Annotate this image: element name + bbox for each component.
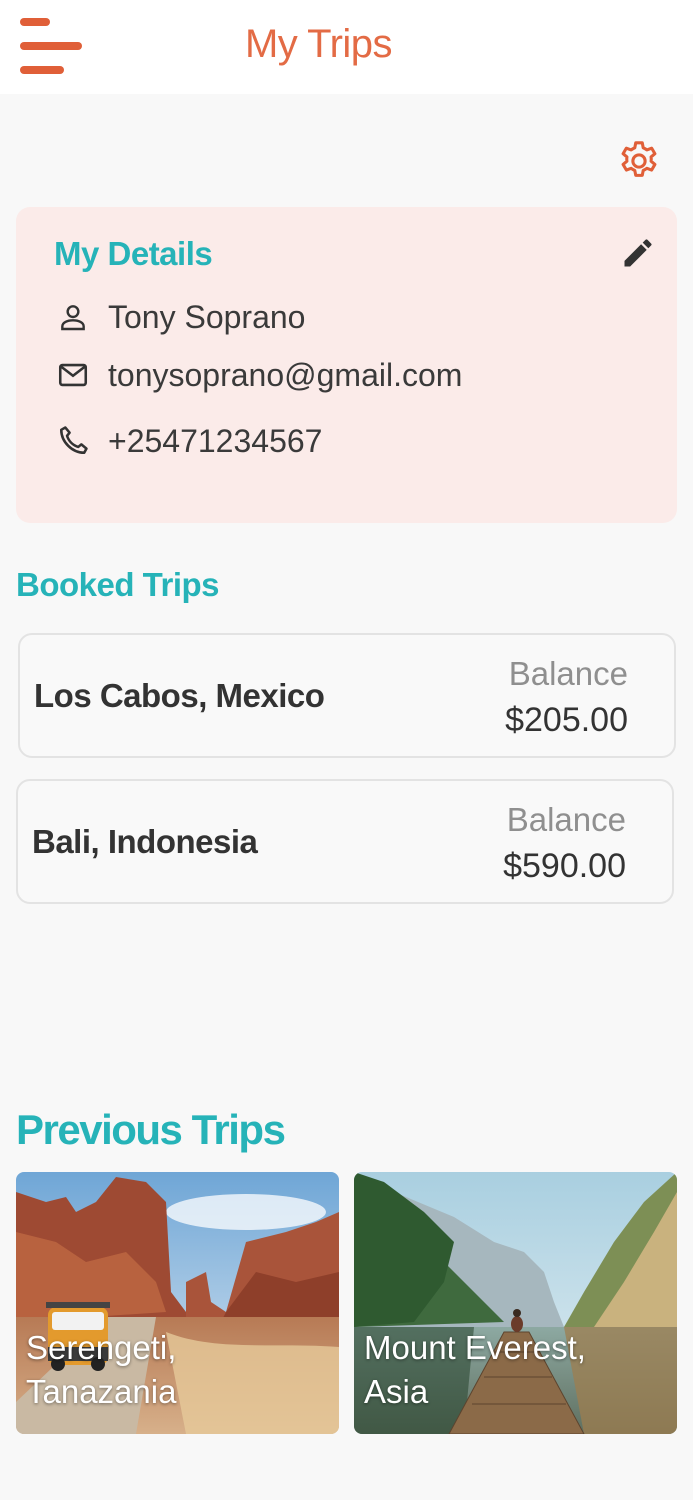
balance-label: Balance <box>506 801 626 838</box>
booked-trips-title: Booked Trips <box>16 566 220 603</box>
balance-amount: $590.00 <box>503 847 626 885</box>
user-phone: +25471234567 <box>108 422 323 459</box>
phone-icon <box>54 422 92 460</box>
previous-trip-card[interactable]: Mount Everest, Asia <box>354 1172 677 1434</box>
person-icon <box>54 298 92 336</box>
my-details-card: My Details Tony Soprano tonysoprano@gmai… <box>16 207 677 523</box>
pencil-icon[interactable] <box>620 235 656 271</box>
trip-destination: Bali, Indonesia <box>32 823 258 860</box>
trip-destination: Los Cabos, Mexico <box>34 677 325 714</box>
previous-trip-card[interactable]: Serengeti, Tanazania <box>16 1172 339 1434</box>
previous-trip-caption: Serengeti, Tanazania <box>26 1329 177 1410</box>
phone-row: +25471234567 <box>54 419 322 463</box>
balance-label: Balance <box>508 655 628 692</box>
booked-trip-card[interactable]: Bali, Indonesia Balance $590.00 <box>16 779 674 904</box>
name-row: Tony Soprano <box>54 295 305 339</box>
page-title: My Trips <box>244 22 393 66</box>
booked-trip-card[interactable]: Los Cabos, Mexico Balance $205.00 <box>18 633 676 758</box>
previous-trips-title: Previous Trips <box>16 1106 286 1153</box>
app-screen: My Trips My Details Tony Soprano tonysop… <box>0 0 693 1500</box>
user-name: Tony Soprano <box>108 298 306 335</box>
app-header: My Trips <box>0 0 693 94</box>
email-row: tonysoprano@gmail.com <box>54 353 462 397</box>
mail-icon <box>54 356 92 394</box>
user-email: tonysoprano@gmail.com <box>108 356 463 393</box>
balance-amount: $205.00 <box>505 701 628 739</box>
details-title: My Details <box>54 235 213 272</box>
gear-icon[interactable] <box>616 138 662 184</box>
previous-trip-caption: Mount Everest, Asia <box>364 1329 586 1410</box>
